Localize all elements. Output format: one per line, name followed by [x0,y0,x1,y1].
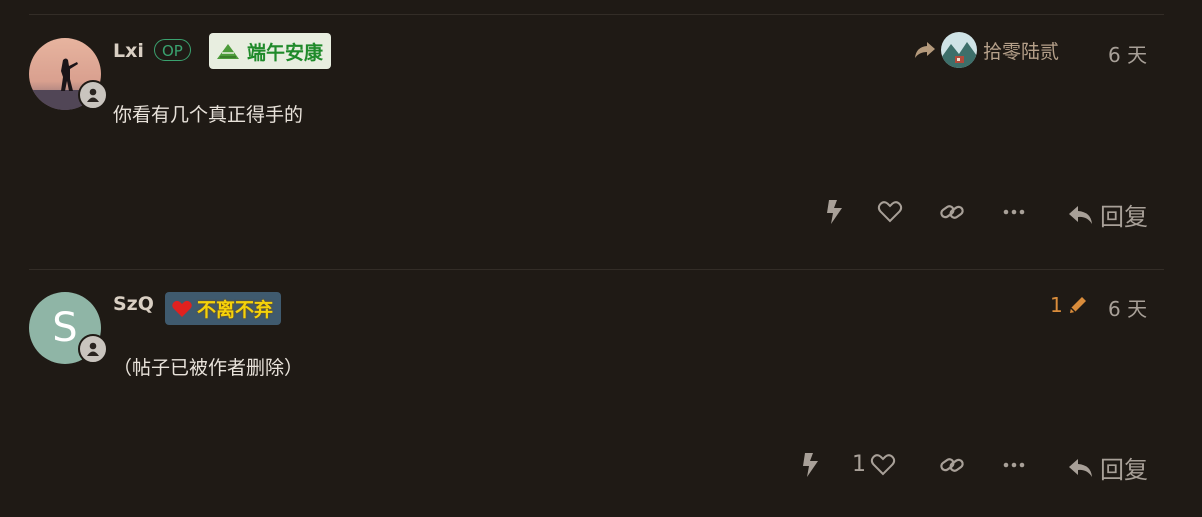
like-button[interactable] [877,200,903,224]
heart-icon [877,201,903,223]
reply-icon [1069,458,1092,477]
ellipsis-icon [1003,462,1025,468]
flair-label: 端午安康 [247,41,324,64]
copy-link-button[interactable] [939,453,965,477]
edit-count: 1 [1050,293,1063,317]
reply-to-username: 拾零陆贰 [983,40,1060,63]
ellipsis-icon [1003,209,1025,215]
user-status-icon [78,80,108,110]
user-flair: 端午安康 [209,33,332,69]
post-date[interactable]: 6 天 [1108,293,1147,322]
like-button[interactable]: 1 [852,452,896,477]
lightning-icon [803,453,818,477]
post-content: 你看有几个真正得手的 [113,104,304,126]
edit-history-button[interactable]: 1 [1050,293,1089,317]
lightning-icon [827,200,842,224]
post-divider [29,269,1164,270]
username[interactable]: Lxi [113,40,144,62]
op-badge: OP [154,39,191,61]
reply-button[interactable]: 回复 [1068,197,1148,232]
like-count: 1 [852,452,866,477]
copy-link-button[interactable] [939,200,965,224]
reply-label: 回复 [1100,456,1148,484]
reply-button[interactable]: 回复 [1068,450,1148,485]
link-icon [940,458,964,472]
zongzi-icon [217,44,239,59]
link-icon [940,205,964,219]
reply-to-link[interactable]: 拾零陆贰 [913,32,1059,68]
pencil-icon [1069,297,1086,313]
heart-icon [172,300,192,317]
user-flair: 不离不弃 [165,292,282,325]
flair-label: 不离不弃 [197,299,274,321]
more-button[interactable] [1002,453,1026,477]
reply-icon [1069,205,1092,224]
reply-to-avatar [941,32,977,68]
more-button[interactable] [1002,200,1026,224]
username[interactable]: SzQ [113,293,154,315]
reply-label: 回复 [1100,203,1148,231]
post-date[interactable]: 6 天 [1108,39,1147,68]
heart-icon [870,453,896,475]
avatar-letter: S [52,305,78,351]
share-arrow-icon [915,42,935,58]
top-divider [29,14,1164,15]
boost-button[interactable] [800,452,822,478]
post-content: （帖子已被作者删除） [113,357,304,379]
boost-button[interactable] [824,199,846,225]
user-status-icon [78,334,108,364]
